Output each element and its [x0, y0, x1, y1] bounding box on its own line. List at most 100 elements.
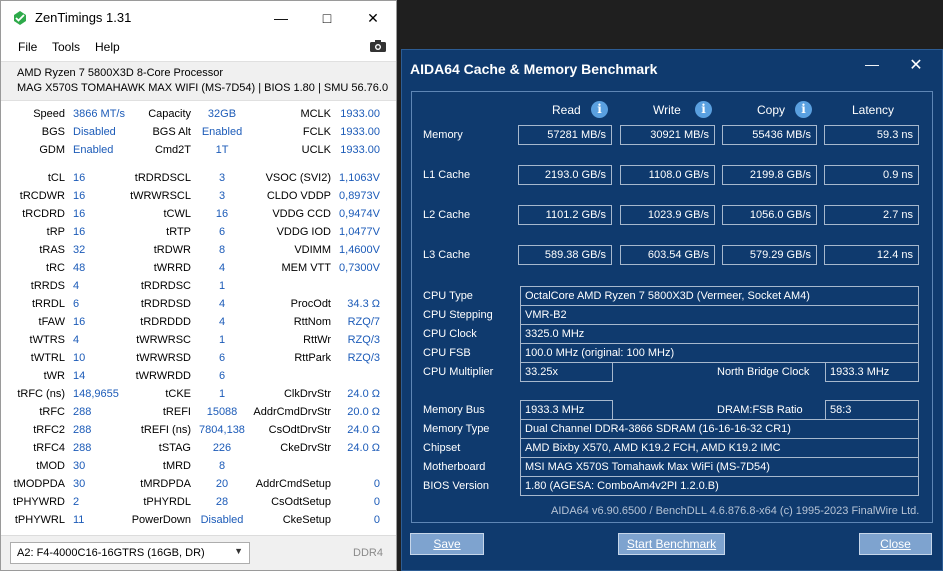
timing-row: Speed 3866 MT/s Capacity 32GB MCLK 1933.00 — [1, 105, 396, 123]
header-read: Read — [552, 103, 581, 117]
timing-row: tRFC 288 tREFI 15088 AddrCmdDrvStr 20.0 Ω — [1, 403, 396, 421]
maximize-button[interactable]: □ — [304, 1, 350, 35]
timing-label: CkeSetup — [282, 514, 331, 526]
timing-label: tWRRD — [153, 262, 191, 274]
timing-label: tRDRDSD — [140, 298, 191, 310]
save-button[interactable]: Save — [410, 533, 484, 555]
timing-row: tRP 16 tRTP 6 VDDG IOD 1,0477V — [1, 223, 396, 241]
timing-value: 0 — [373, 478, 380, 490]
timing-label: tPHYWRL — [14, 514, 65, 526]
bench-read-value: 589.38 GB/s — [518, 245, 612, 265]
nb-clock-value: 1933.3 MHz — [825, 362, 919, 382]
timing-row: tRCDWR 16 tWRWRSCL 3 CLDO VDDP 0,8973V — [1, 187, 396, 205]
timing-label: tRTP — [166, 226, 191, 238]
timing-value: 1,1063V — [339, 172, 380, 184]
timing-row: tRAS 32 tRDWR 8 VDIMM 1,4600V — [1, 241, 396, 259]
timing-row: tRFC2 288 tREFI (ns) 7804,138 CsOdtDrvStr 24.… — [1, 421, 396, 439]
aida-window: AIDA64 Cache & Memory Benchmark — ✕ Read… — [401, 49, 943, 571]
dram-fsb-value: 58:3 — [825, 400, 919, 420]
timing-value: RZQ/3 — [347, 352, 380, 364]
read-info-icon[interactable]: i — [591, 101, 608, 118]
timing-label: tWTRL — [30, 352, 65, 364]
aida-title: AIDA64 Cache & Memory Benchmark — [410, 61, 658, 77]
timing-label: tWRWRSCL — [130, 190, 191, 202]
timing-row: tWTRS 4 tWRWRSC 1 RttWr RZQ/3 — [1, 331, 396, 349]
timing-label: tRP — [46, 226, 65, 238]
cpu-name: AMD Ryzen 7 5800X3D 8-Core Processor — [17, 67, 224, 79]
timing-label: FCLK — [302, 126, 331, 138]
zentimings-window: ZenTimings 1.31 — □ ✕ File Tools Help AM… — [0, 0, 397, 571]
timing-value: 0 — [373, 514, 380, 526]
cpu-stepping-label: CPU Stepping — [423, 309, 493, 321]
cpu-multiplier-label: CPU Multiplier — [423, 366, 494, 378]
timing-label: AddrCmdSetup — [255, 478, 331, 490]
zentimings-titlebar: ZenTimings 1.31 — □ ✕ — [1, 1, 396, 35]
timing-value: 6 — [218, 370, 226, 382]
menu-file[interactable]: File — [18, 40, 37, 54]
bench-write-value: 1023.9 GB/s — [620, 205, 715, 225]
timing-label: tWRWRSD — [136, 352, 191, 364]
timing-label: Capacity — [148, 108, 191, 120]
timing-label: UCLK — [301, 144, 331, 156]
timing-value: 1,4600V — [339, 244, 380, 256]
timing-label: RttNom — [293, 316, 331, 328]
timing-label: tRDRDSCL — [134, 172, 191, 184]
aida-minimize-button[interactable]: — — [860, 56, 884, 78]
timing-label: tWRWRDD — [135, 370, 191, 382]
timing-row: tFAW 16 tRDRDDD 4 RttNom RZQ/7 — [1, 313, 396, 331]
chipset-value: AMD Bixby X570, AMD K19.2 FCH, AMD K19.2… — [520, 438, 919, 458]
timing-value: 24.0 Ω — [347, 388, 380, 400]
timing-label: tMOD — [36, 460, 65, 472]
timing-row: tWR 14 tWRWRDD 6 — [1, 367, 396, 385]
close-button[interactable]: ✕ — [350, 1, 396, 35]
timing-row: tRRDS 4 tRDRDSC 1 — [1, 277, 396, 295]
timing-label: MEM VTT — [281, 262, 332, 274]
timing-label: BGS Alt — [152, 126, 191, 138]
timing-label: tREFI — [162, 406, 191, 418]
timing-label: ClkDrvStr — [283, 388, 331, 400]
write-info-icon[interactable]: i — [695, 101, 712, 118]
timing-label: CLDO VDDP — [266, 190, 331, 202]
bench-row-label: Memory — [423, 129, 463, 141]
bench-row-label: L1 Cache — [423, 169, 471, 181]
memory-type-value: Dual Channel DDR4-3866 SDRAM (16-16-16-3… — [520, 419, 919, 439]
timing-label: tMRDPDA — [140, 478, 191, 490]
header-latency: Latency — [852, 103, 895, 117]
close-dialog-button[interactable]: Close — [859, 533, 932, 555]
zentimings-statusbar: A2: F4-4000C16-16GTRS (16GB, DR) ▼ DDR4 — [1, 535, 396, 570]
bios-value: 1.80 (AGESA: ComboAm4v2PI 1.2.0.B) — [520, 476, 919, 496]
copy-info-icon[interactable]: i — [795, 101, 812, 118]
timing-value: 1 — [218, 280, 226, 292]
aida-close-button[interactable]: ✕ — [904, 55, 928, 77]
start-benchmark-button[interactable]: Start Benchmark — [618, 533, 725, 555]
timing-row: tMODPDA 30 tMRDPDA 20 AddrCmdSetup 0 — [1, 475, 396, 493]
ddr-type: DDR4 — [353, 547, 383, 559]
bench-row-label: L2 Cache — [423, 209, 471, 221]
timing-value: 8 — [218, 460, 226, 472]
motherboard-value: MSI MAG X570S Tomahawk Max WiFi (MS-7D54… — [520, 457, 919, 477]
timing-row: tRFC4 288 tSTAG 226 CkeDrvStr 24.0 Ω — [1, 439, 396, 457]
timing-label: tWTRS — [29, 334, 65, 346]
timing-label: CkeDrvStr — [280, 442, 331, 454]
timing-value: 0,9474V — [339, 208, 380, 220]
cpu-clock-value: 3325.0 MHz — [520, 324, 919, 344]
timing-value: 1933.00 — [340, 108, 380, 120]
bench-read-value: 1101.2 GB/s — [518, 205, 612, 225]
menu-tools[interactable]: Tools — [52, 40, 80, 54]
cpu-fsb-value: 100.0 MHz (original: 100 MHz) — [520, 343, 919, 363]
bench-write-value: 1108.0 GB/s — [620, 165, 715, 185]
bench-latency-value: 2.7 ns — [824, 205, 919, 225]
timing-label: tRDRDDD — [140, 316, 191, 328]
menu-help[interactable]: Help — [95, 40, 120, 54]
screenshot-camera-icon[interactable] — [369, 39, 387, 53]
memory-module-select[interactable]: A2: F4-4000C16-16GTRS (16GB, DR) ▼ — [10, 542, 250, 564]
cpu-multiplier-value: 33.25x — [520, 362, 613, 382]
timing-value: 24.0 Ω — [347, 442, 380, 454]
timing-label: tRFC — [39, 406, 65, 418]
timing-label: tRFC4 — [33, 442, 65, 454]
timing-label: tRCDWR — [19, 190, 65, 202]
timing-row: tPHYWRD 2 tPHYRDL 28 CsOdtSetup 0 — [1, 493, 396, 511]
minimize-button[interactable]: — — [258, 1, 304, 35]
timing-label: CsOdtSetup — [271, 496, 331, 508]
bench-read-value: 57281 MB/s — [518, 125, 612, 145]
